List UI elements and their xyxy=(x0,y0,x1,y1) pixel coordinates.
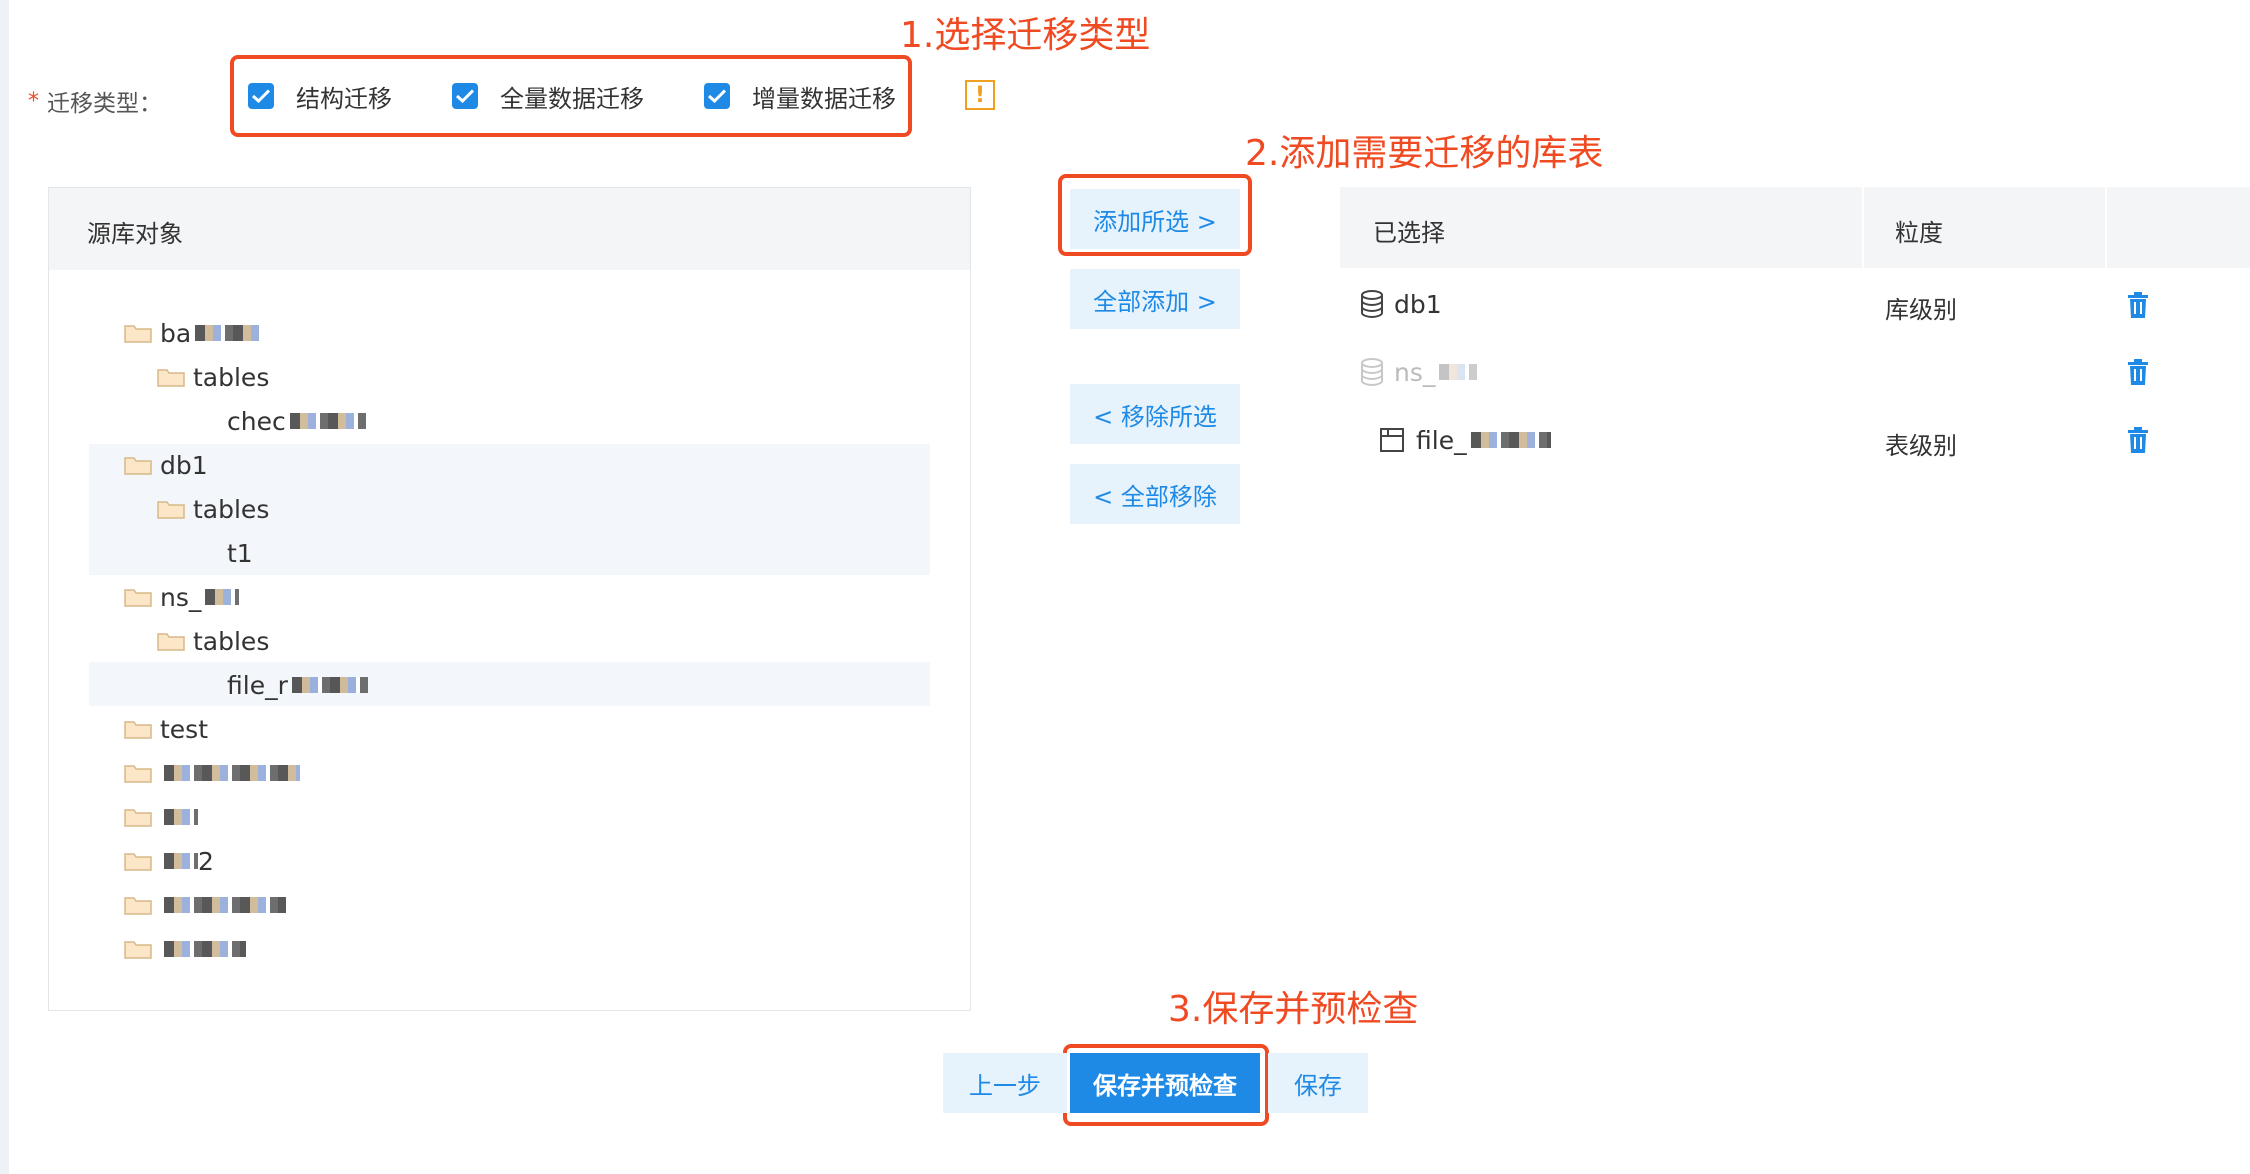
redacted-text xyxy=(164,809,198,825)
source-panel-title: 源库对象 xyxy=(87,220,183,248)
tree-node-label: chec xyxy=(227,406,286,436)
redacted-text xyxy=(164,853,198,869)
tree-node[interactable]: 2 xyxy=(124,839,214,883)
tree-node[interactable]: chec xyxy=(227,399,366,443)
trash-icon[interactable] xyxy=(2127,292,2149,318)
tree-node[interactable] xyxy=(124,795,198,839)
tree-node[interactable]: tables xyxy=(157,355,269,399)
selected-table-header: 已选择 粒度 xyxy=(1340,187,2250,268)
table-icon xyxy=(1380,428,1404,452)
annotation-step3: 3.保存并预检查 xyxy=(1168,989,1419,1030)
tree-node-label: ns_ xyxy=(160,582,202,612)
selected-item-granularity: 表级别 xyxy=(1885,432,1957,460)
tree-node-label: t1 xyxy=(227,538,253,568)
checkbox-structure-migration[interactable]: 结构迁移 xyxy=(248,79,392,113)
tree-node[interactable]: ba xyxy=(124,311,262,355)
database-icon xyxy=(1361,290,1383,318)
checkbox-incremental-data-migration[interactable]: 增量数据迁移 xyxy=(704,79,896,113)
selected-row[interactable]: file_ xyxy=(1380,422,1551,458)
folder-icon xyxy=(157,633,185,651)
tree-node-label: tables xyxy=(193,362,270,392)
annotation-step1: 1.选择迁移类型 xyxy=(900,15,1151,56)
column-header-selected: 已选择 xyxy=(1373,219,1445,247)
tree-node[interactable]: db1 xyxy=(124,443,208,487)
trash-icon[interactable] xyxy=(2127,359,2149,385)
checkbox-checked-icon[interactable] xyxy=(248,83,274,109)
tree-node-label: 2 xyxy=(198,846,214,876)
tree-highlight-file xyxy=(89,662,930,706)
folder-icon xyxy=(124,721,152,739)
tree-node-label: tables xyxy=(193,494,270,524)
folder-icon xyxy=(124,457,152,475)
redacted-text xyxy=(164,765,300,781)
folder-icon xyxy=(157,369,185,387)
database-icon xyxy=(1361,358,1383,386)
redacted-text xyxy=(1470,432,1551,448)
redacted-text xyxy=(205,589,240,605)
tree-node-label: test xyxy=(160,714,209,744)
tree-node[interactable] xyxy=(124,927,246,971)
save-button[interactable]: 保存 xyxy=(1268,1053,1368,1113)
redacted-text xyxy=(195,325,262,341)
migration-type-label: * 迁移类型： xyxy=(28,84,162,118)
redacted-text xyxy=(164,897,286,913)
required-mark: * xyxy=(28,88,39,114)
selected-row[interactable]: db1 xyxy=(1360,286,1442,322)
checkbox-checked-icon[interactable] xyxy=(704,83,730,109)
folder-icon xyxy=(124,897,152,915)
folder-icon xyxy=(124,809,152,827)
tree-node[interactable]: tables xyxy=(157,619,269,663)
source-panel-header: 源库对象 xyxy=(49,188,970,270)
previous-step-button[interactable]: 上一步 xyxy=(943,1053,1067,1113)
tree-node[interactable] xyxy=(124,751,300,795)
selected-item-name: db1 xyxy=(1394,289,1442,319)
selected-item-granularity: 库级别 xyxy=(1885,296,1957,324)
folder-icon xyxy=(124,765,152,783)
checkbox-label: 全量数据迁移 xyxy=(500,84,644,113)
left-rail xyxy=(0,0,9,1174)
tree-node[interactable]: t1 xyxy=(227,531,253,575)
selected-item-name: file_ xyxy=(1416,425,1467,455)
folder-icon xyxy=(124,325,152,343)
tree-node-label: ba xyxy=(160,318,192,348)
migration-type-label-text: 迁移类型： xyxy=(47,91,162,117)
header-divider xyxy=(1862,187,1864,268)
tree-node[interactable]: test xyxy=(124,707,208,751)
checkbox-label: 结构迁移 xyxy=(296,84,392,113)
checkbox-full-data-migration[interactable]: 全量数据迁移 xyxy=(452,79,644,113)
add-selected-button[interactable]: 添加所选 > xyxy=(1070,189,1240,249)
checkbox-label: 增量数据迁移 xyxy=(752,84,896,113)
redacted-text xyxy=(1439,364,1478,380)
source-objects-panel: 源库对象 ba tables chec db1 tables t1 ns_ ta… xyxy=(48,187,971,1011)
tree-node[interactable] xyxy=(124,883,286,927)
header-divider xyxy=(2105,187,2107,268)
folder-icon xyxy=(124,853,152,871)
folder-icon xyxy=(124,589,152,607)
annotation-step2: 2.添加需要迁移的库表 xyxy=(1245,133,1604,174)
tree-node-label: file_r xyxy=(227,670,288,700)
column-header-granularity: 粒度 xyxy=(1895,219,1943,247)
tree-node-label: db1 xyxy=(160,450,208,480)
tree-node[interactable]: file_r xyxy=(227,663,368,707)
tree-node[interactable]: tables xyxy=(157,487,269,531)
tree-node[interactable]: ns_ xyxy=(124,575,240,619)
remove-all-button[interactable]: < 全部移除 xyxy=(1070,464,1240,524)
remove-selected-button[interactable]: < 移除所选 xyxy=(1070,384,1240,444)
add-all-button[interactable]: 全部添加 > xyxy=(1070,269,1240,329)
redacted-text xyxy=(291,677,368,693)
checkbox-checked-icon[interactable] xyxy=(452,83,478,109)
redacted-text xyxy=(164,941,246,957)
selected-row[interactable]: ns_ xyxy=(1360,354,1478,390)
selected-item-name: ns_ xyxy=(1394,357,1436,387)
folder-icon xyxy=(157,501,185,519)
trash-icon[interactable] xyxy=(2127,427,2149,453)
redacted-text xyxy=(289,413,366,429)
tree-node-label: tables xyxy=(193,626,270,656)
folder-icon xyxy=(124,941,152,959)
save-and-precheck-button[interactable]: 保存并预检查 xyxy=(1070,1053,1260,1113)
warning-icon[interactable]: ! xyxy=(965,80,995,110)
